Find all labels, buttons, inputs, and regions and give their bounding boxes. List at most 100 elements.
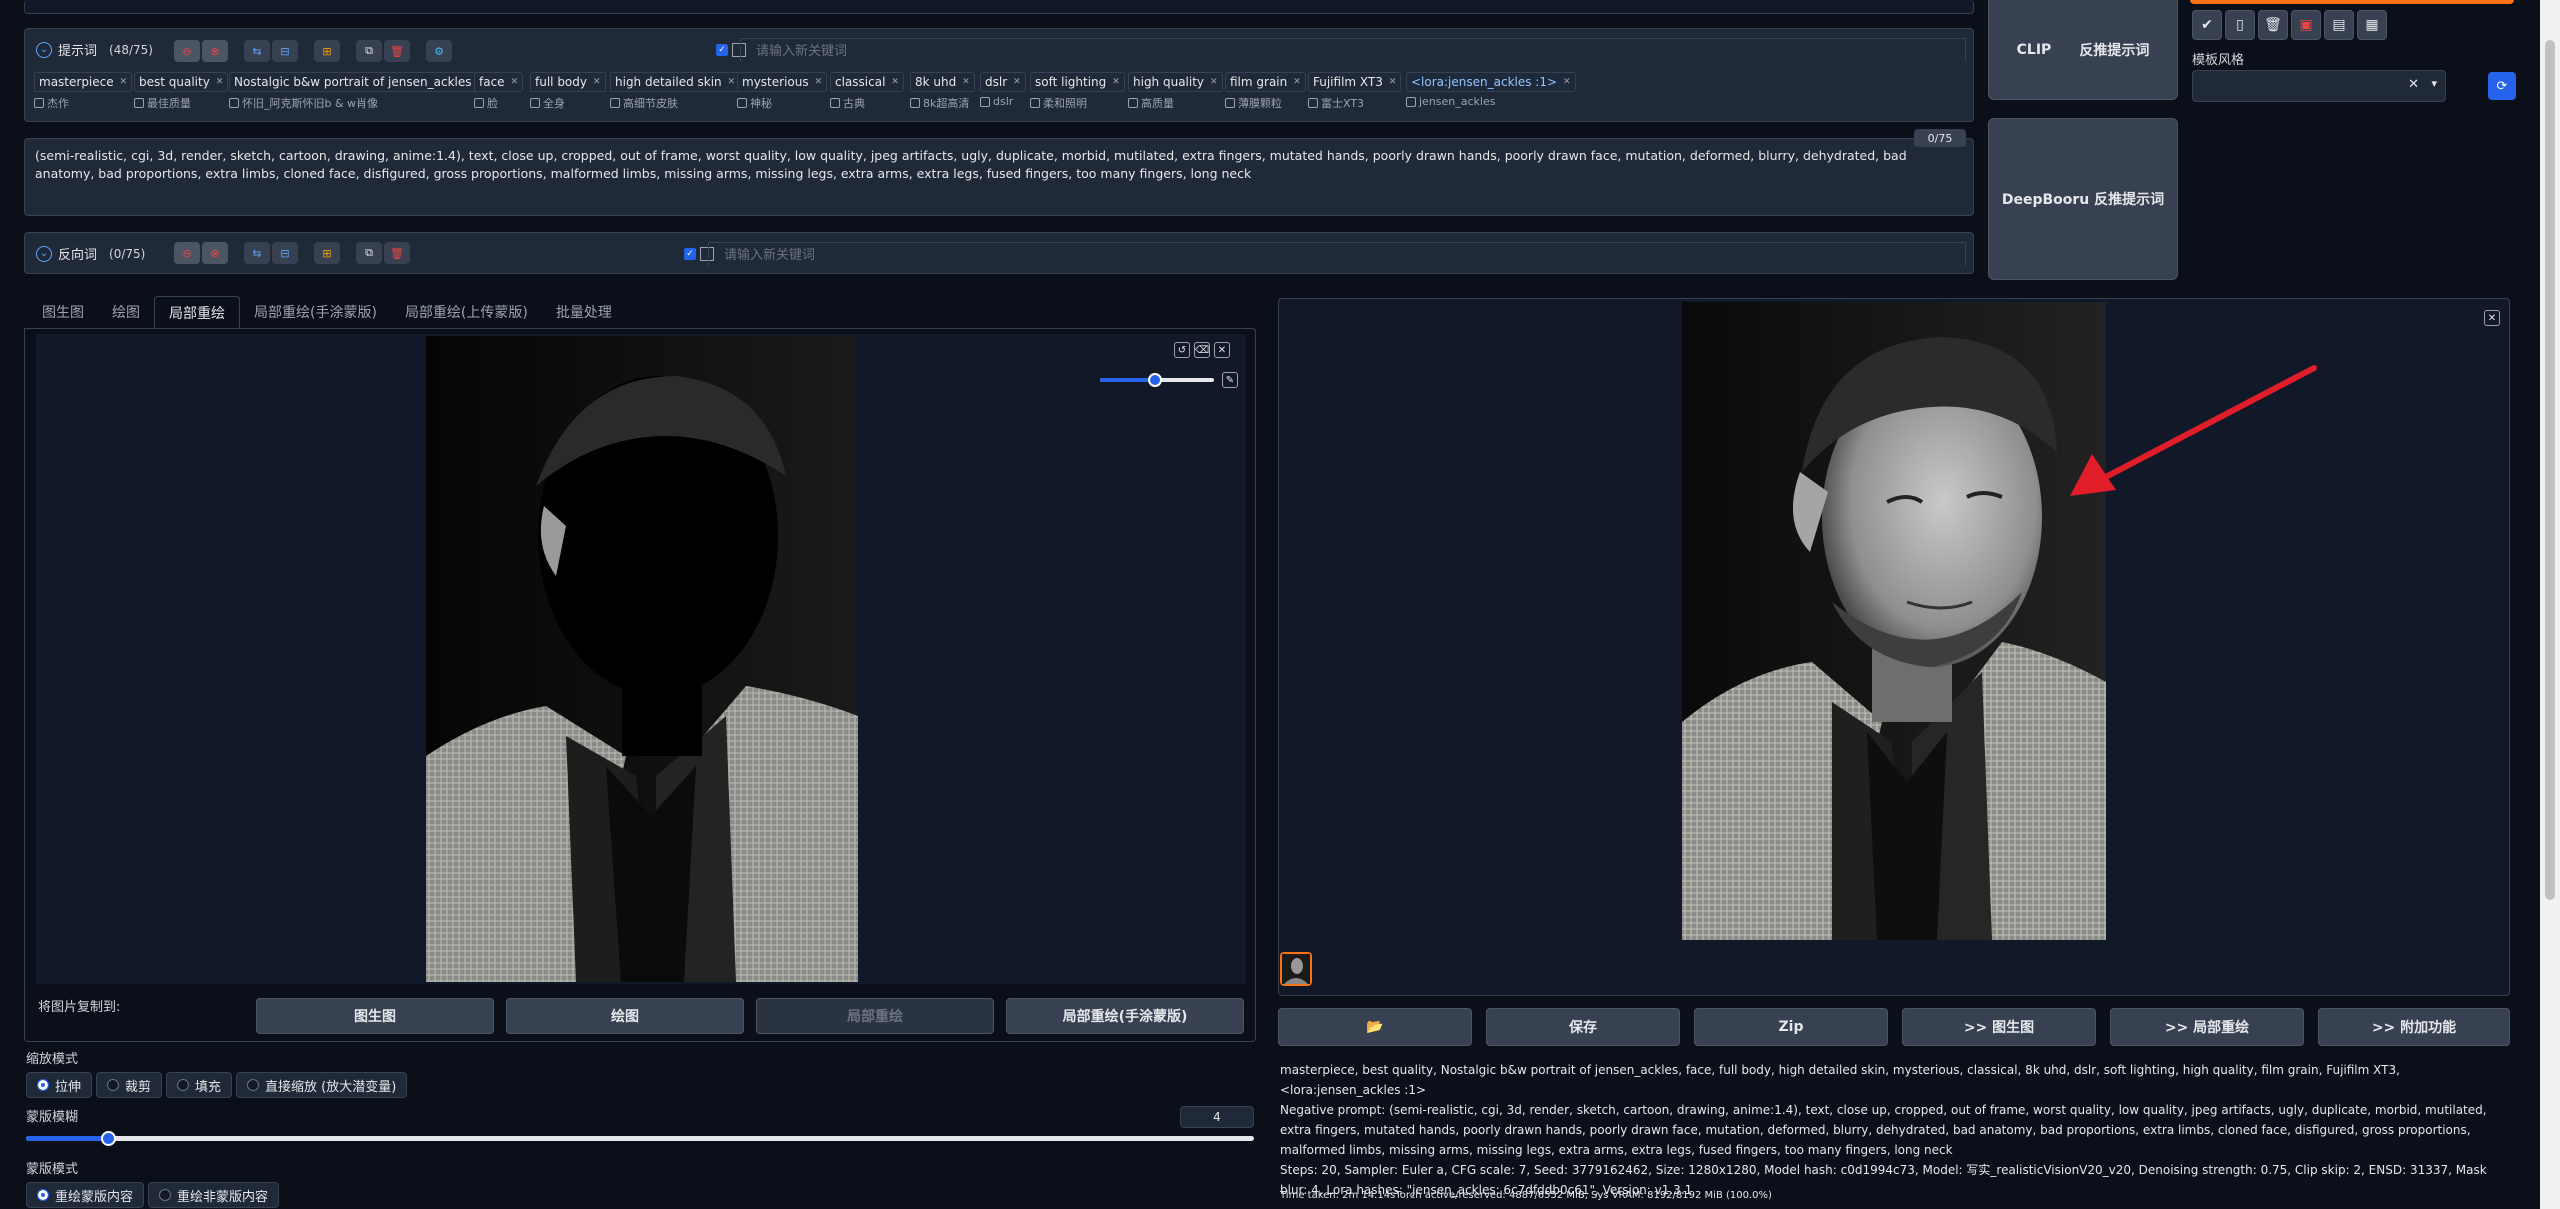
- mode-tabs: 图生图 绘图 局部重绘 局部重绘(手涂蒙版) 局部重绘(上传蒙版) 批量处理: [28, 296, 626, 330]
- clear-icon[interactable]: ⌫: [1194, 342, 1210, 358]
- keyword-checkbox[interactable]: ✓: [684, 247, 696, 260]
- gallery-thumbnail[interactable]: [1280, 952, 1312, 986]
- brush-icon[interactable]: ✎: [1222, 372, 1238, 388]
- gear-icon[interactable]: ⚙: [426, 40, 452, 62]
- deepbooru-button[interactable]: DeepBooru 反推提示词: [1988, 118, 2178, 280]
- undo-icon[interactable]: ⊖: [174, 242, 200, 264]
- trash-icon[interactable]: 🗑: [2258, 10, 2288, 40]
- collapse-icon[interactable]: ⌄: [36, 41, 52, 58]
- bookmark-icon[interactable]: ⊟: [272, 40, 298, 62]
- scrollbar-thumb[interactable]: [2545, 40, 2555, 900]
- prompt-tag[interactable]: full body ✕ 全身: [530, 72, 606, 111]
- open-folder-button[interactable]: 📂: [1278, 1008, 1472, 1046]
- save-button[interactable]: 保存: [1486, 1008, 1680, 1046]
- clear-icon[interactable]: ⊗: [202, 40, 228, 62]
- trash-icon[interactable]: 🗑: [384, 40, 410, 62]
- clear-icon[interactable]: ⊗: [202, 242, 228, 264]
- copy-icon[interactable]: ⧉: [356, 242, 382, 264]
- prompt-tag[interactable]: dslr ✕ dslr: [980, 72, 1026, 108]
- prompt-tag[interactable]: 8k uhd ✕ 8k超高清: [910, 72, 975, 111]
- negative-count: (0/75): [109, 246, 146, 261]
- copy-to-inpaint-button[interactable]: 局部重绘: [756, 998, 994, 1034]
- copy-to-label: 将图片复制到:: [38, 1000, 121, 1015]
- generate-button-edge[interactable]: [2190, 0, 2514, 4]
- prompt-tag-lora[interactable]: <lora:jensen_ackles :1> ✕ jensen_ackles: [1406, 72, 1576, 108]
- inpaint-masked-radio[interactable]: 重绘蒙版内容: [26, 1182, 145, 1208]
- random-icon[interactable]: ⊞: [314, 40, 340, 62]
- prompt-title: 提示词: [58, 44, 98, 59]
- resize-fill-radio[interactable]: 填充: [166, 1072, 233, 1098]
- prompt-tag[interactable]: soft lighting ✕ 柔和照明: [1030, 72, 1125, 111]
- prompt-header: ⌄ 提示词 (48/75): [36, 40, 153, 59]
- page-scrollbar[interactable]: [2540, 0, 2560, 1209]
- undo-icon[interactable]: ↺: [1174, 342, 1190, 358]
- chevron-down-icon: ▾: [2431, 77, 2437, 90]
- style-dropdown[interactable]: ✕ ▾: [2192, 70, 2446, 102]
- resize-latent-radio[interactable]: 直接缩放 (放大潜变量): [236, 1072, 408, 1098]
- mask-blur-label: 蒙版模糊: [26, 1110, 79, 1125]
- paste-icon[interactable]: ▤: [2324, 10, 2354, 40]
- clear-icon[interactable]: ✕: [2408, 77, 2419, 92]
- negative-prompt-textarea[interactable]: (semi-realistic, cgi, 3d, render, sketch…: [24, 138, 1974, 216]
- tab-batch[interactable]: 批量处理: [542, 296, 626, 330]
- tab-sketch[interactable]: 绘图: [98, 296, 154, 330]
- check-icon[interactable]: ✔: [2192, 10, 2222, 40]
- resize-mode-group: 拉伸 裁剪 填充 直接缩放 (放大潜变量): [26, 1072, 411, 1098]
- keyword-checkbox[interactable]: ✓: [716, 43, 728, 56]
- time-taken: Time taken: 2m 14.14sTorch active/reserv…: [1280, 1190, 1772, 1201]
- translate-icon[interactable]: ⇆: [244, 40, 270, 62]
- tab-inpaint-upload[interactable]: 局部重绘(上传蒙版): [391, 296, 542, 330]
- generation-info: masterpiece, best quality, Nostalgic b&w…: [1280, 1060, 2510, 1200]
- trash-icon[interactable]: 🗑: [384, 242, 410, 264]
- prompt-tag[interactable]: mysterious ✕ 神秘: [737, 72, 828, 111]
- prompt-tag[interactable]: face ✕ 脸: [474, 72, 524, 111]
- save-style-icon[interactable]: ▦: [2357, 10, 2387, 40]
- prompt-tag[interactable]: Fujifilm XT3 ✕ 富士XT3: [1308, 72, 1402, 111]
- send-to-inpaint-button[interactable]: >> 局部重绘: [2110, 1008, 2304, 1046]
- info-prompt: masterpiece, best quality, Nostalgic b&w…: [1280, 1063, 2400, 1097]
- red-arrow-annotation: [2070, 365, 2317, 496]
- translate-icon[interactable]: ⇆: [244, 242, 270, 264]
- tab-inpaint[interactable]: 局部重绘: [154, 296, 240, 330]
- copy-to-inpaint-sketch-button[interactable]: 局部重绘(手涂蒙版): [1006, 998, 1244, 1034]
- prompt-tag[interactable]: high detailed skin ✕ 高细节皮肤: [610, 72, 741, 111]
- bookmark-icon[interactable]: ⊟: [272, 242, 298, 264]
- style-apply-icon[interactable]: ▣: [2291, 10, 2321, 40]
- copy-to-sketch-button[interactable]: 绘图: [506, 998, 744, 1034]
- inpaint-image[interactable]: [426, 336, 858, 982]
- prompt-tag[interactable]: masterpiece ✕ 杰作: [34, 72, 133, 111]
- prompt-tag[interactable]: best quality ✕ 最佳质量: [134, 72, 229, 111]
- negative-keyword-box[interactable]: [708, 242, 1966, 266]
- clipboard-icon[interactable]: ▯: [2225, 10, 2255, 40]
- close-icon[interactable]: ✕: [1214, 342, 1230, 358]
- copy-to-img2img-button[interactable]: 图生图: [256, 998, 494, 1034]
- output-image[interactable]: [1682, 302, 2106, 940]
- prompt-tag[interactable]: Nostalgic b&w portrait of jensen_ackles✕…: [229, 72, 491, 111]
- mask-mode-label: 蒙版模式: [26, 1162, 79, 1177]
- close-icon[interactable]: ✕: [2484, 310, 2500, 326]
- info-negative: Negative prompt: (semi-realistic, cgi, 3…: [1280, 1103, 2487, 1157]
- canvas-tools: ↺ ⌫ ✕: [1174, 342, 1230, 358]
- mask-blur-slider[interactable]: [26, 1131, 1254, 1146]
- style-label: 模板风格: [2192, 53, 2245, 68]
- send-to-extras-button[interactable]: >> 附加功能: [2318, 1008, 2510, 1046]
- resize-crop-radio[interactable]: 裁剪: [96, 1072, 163, 1098]
- tab-img2img[interactable]: 图生图: [28, 296, 98, 330]
- clip-interrogate-button[interactable]: CLIP 反推提示词: [1988, 0, 2178, 100]
- refresh-icon[interactable]: ⟳: [2488, 72, 2516, 100]
- mask-blur-number[interactable]: 4: [1180, 1106, 1254, 1128]
- send-to-img2img-button[interactable]: >> 图生图: [1902, 1008, 2096, 1046]
- prompt-tag[interactable]: classical ✕ 古典: [830, 72, 904, 111]
- prompt-tag[interactable]: high quality ✕ 高质量: [1128, 72, 1223, 111]
- collapse-icon[interactable]: ⌄: [36, 245, 52, 262]
- inpaint-not-masked-radio[interactable]: 重绘非蒙版内容: [148, 1182, 280, 1208]
- prompt-tag[interactable]: film grain ✕ 薄膜颗粒: [1225, 72, 1306, 111]
- tab-inpaint-sketch[interactable]: 局部重绘(手涂蒙版): [240, 296, 391, 330]
- undo-icon[interactable]: ⊖: [174, 40, 200, 62]
- zip-button[interactable]: Zip: [1694, 1008, 1888, 1046]
- random-icon[interactable]: ⊞: [314, 242, 340, 264]
- prompt-keyword-box[interactable]: [740, 38, 1966, 62]
- resize-stretch-radio[interactable]: 拉伸: [26, 1072, 93, 1098]
- brush-size-slider[interactable]: [1100, 373, 1214, 387]
- copy-icon[interactable]: ⧉: [356, 40, 382, 62]
